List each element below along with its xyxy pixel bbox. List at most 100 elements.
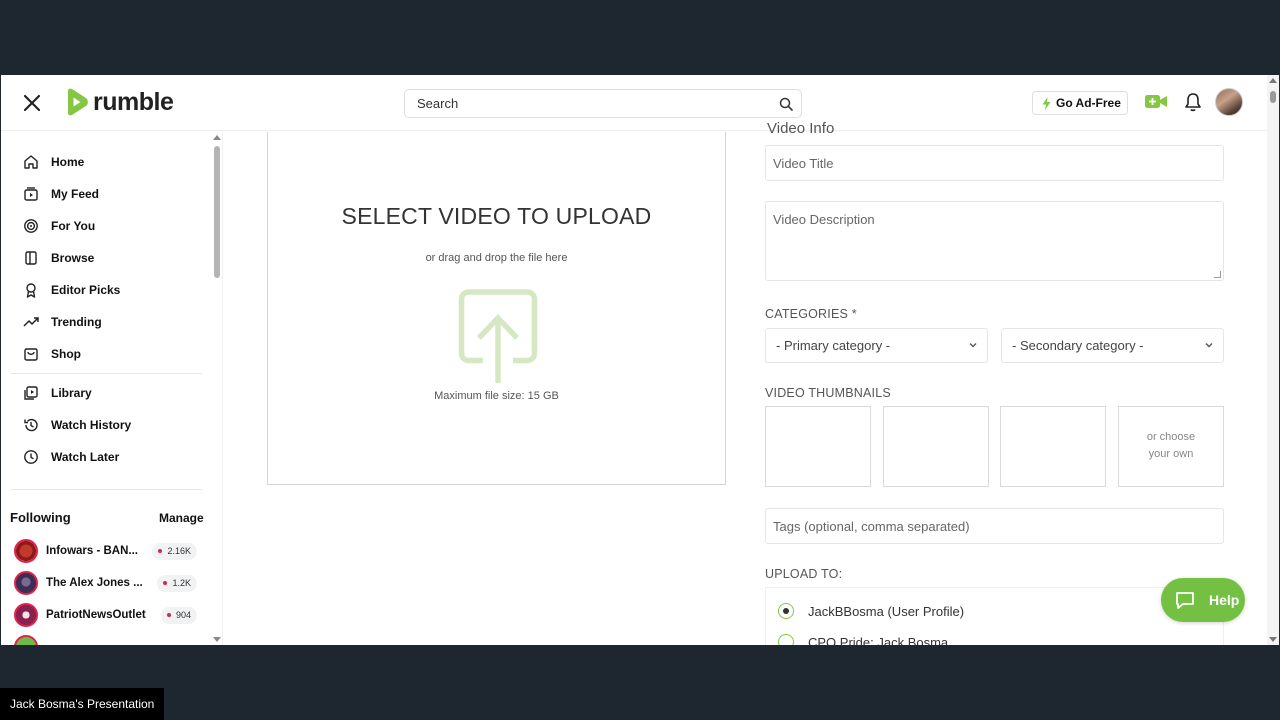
presenter-label: Jack Bosma's Presentation	[0, 688, 165, 720]
radio-unselected[interactable]	[778, 634, 794, 645]
channel-name: Infowars - BAN...	[46, 545, 139, 557]
scroll-up-arrow[interactable]	[213, 135, 221, 140]
thumbnails-label: VIDEO THUMBNAILS	[765, 386, 891, 400]
channel-name: PatriotNewsOutlet	[46, 609, 146, 621]
channel-avatar	[14, 635, 38, 645]
tags-input[interactable]: Tags (optional, comma separated)	[765, 508, 1224, 544]
radio-selected[interactable]	[778, 603, 794, 619]
viewer-count: 2.16K	[167, 546, 191, 556]
following-item-partial[interactable]	[14, 635, 197, 645]
clock-icon	[24, 450, 38, 464]
following-item-patriotnewsoutlet[interactable]: PatriotNewsOutlet 904	[14, 603, 197, 627]
live-count-badge: 904	[160, 606, 197, 624]
scroll-down-arrow[interactable]	[213, 637, 221, 642]
upload-subtitle: or drag and drop the file here	[425, 252, 568, 264]
sidebar: Home My Feed For You Browse Editor Picks…	[1, 132, 223, 645]
page-scrollbar[interactable]	[1267, 75, 1279, 645]
library-icon	[24, 386, 38, 400]
sidebar-item-trending[interactable]: Trending	[23, 312, 102, 332]
search-icon[interactable]	[779, 97, 793, 111]
chevron-down-icon	[969, 343, 977, 348]
sidebar-item-home[interactable]: Home	[23, 152, 84, 172]
sidebar-item-label: Watch Later	[51, 450, 120, 464]
live-count-badge: 2.16K	[152, 542, 197, 560]
rumble-logo[interactable]: rumble	[63, 88, 174, 116]
sidebar-divider	[11, 373, 202, 374]
scroll-down-arrow[interactable]	[1269, 637, 1277, 642]
upload-video-icon[interactable]	[1145, 94, 1167, 114]
sidebar-item-shop[interactable]: Shop	[23, 344, 81, 364]
sidebar-item-editor-picks[interactable]: Editor Picks	[23, 280, 120, 300]
chevron-down-icon	[1205, 343, 1213, 348]
resize-handle[interactable]	[1214, 271, 1221, 278]
upload-to-label: UPLOAD TO:	[765, 567, 843, 581]
sidebar-item-my-feed[interactable]: My Feed	[23, 184, 99, 204]
thumbnail-option[interactable]	[883, 406, 989, 487]
sidebar-item-for-you[interactable]: For You	[23, 216, 95, 236]
sidebar-scrollbar[interactable]	[212, 132, 222, 645]
following-item-infowars[interactable]: Infowars - BAN... 2.16K	[14, 539, 197, 563]
upload-target-label: JackBBosma (User Profile)	[808, 603, 965, 619]
thumbnail-option[interactable]	[1000, 406, 1106, 487]
sidebar-item-label: Editor Picks	[51, 283, 121, 297]
upload-title: SELECT VIDEO TO UPLOAD	[341, 203, 652, 229]
sidebar-item-label: Home	[51, 155, 85, 169]
upload-dropzone[interactable]: SELECT VIDEO TO UPLOAD or drag and drop …	[267, 132, 726, 485]
video-info-header: Video Info	[767, 120, 835, 137]
choose-own-thumbnail[interactable]: or choose your own	[1118, 406, 1224, 487]
primary-category-value: - Primary category -	[776, 338, 891, 353]
upload-arrow-icon	[458, 289, 538, 390]
target-icon	[24, 219, 38, 233]
thumbnail-option[interactable]	[765, 406, 871, 487]
tags-placeholder: Tags (optional, comma separated)	[773, 519, 970, 534]
upload-target-option[interactable]: CPO Pride: Jack Bosma	[778, 634, 948, 645]
upload-target-option[interactable]: JackBBosma (User Profile)	[778, 603, 964, 619]
sidebar-divider	[11, 489, 202, 490]
sidebar-item-label: My Feed	[51, 187, 100, 201]
channel-name: The Alex Jones ...	[46, 577, 143, 589]
sidebar-item-watch-history[interactable]: Watch History	[23, 415, 131, 435]
sidebar-item-label: For You	[51, 219, 96, 233]
trending-icon	[23, 317, 39, 327]
rumble-play-icon	[68, 88, 88, 116]
sidebar-item-watch-later[interactable]: Watch Later	[23, 447, 119, 467]
manage-link[interactable]: Manage	[159, 511, 204, 525]
scroll-up-arrow[interactable]	[1269, 78, 1277, 83]
help-label: Help	[1209, 592, 1240, 608]
upload-to-list: JackBBosma (User Profile) CPO Pride: Jac…	[765, 587, 1224, 645]
feed-icon	[24, 187, 38, 201]
secondary-category-value: - Secondary category -	[1012, 338, 1144, 353]
viewer-count: 904	[175, 610, 191, 620]
upload-target-label: CPO Pride: Jack Bosma	[808, 634, 949, 646]
sidebar-item-label: Library	[51, 386, 92, 400]
sidebar-item-label: Trending	[51, 315, 102, 329]
sidebar-item-browse[interactable]: Browse	[23, 248, 94, 268]
user-avatar[interactable]	[1215, 88, 1243, 116]
shop-icon	[24, 348, 38, 361]
channel-avatar	[14, 571, 38, 595]
bell-icon[interactable]	[1184, 92, 1202, 117]
page-scroll-thumb[interactable]	[1270, 91, 1276, 103]
home-icon	[24, 155, 38, 169]
help-button[interactable]: Help	[1161, 578, 1245, 622]
sidebar-scroll-thumb[interactable]	[214, 146, 220, 278]
video-description-placeholder: Video Description	[773, 212, 875, 227]
app-window: rumble Go Ad-Free Home My Feed For	[1, 75, 1279, 645]
secondary-category-select[interactable]: - Secondary category -	[1001, 328, 1224, 363]
max-file-size: Maximum file size: 15 GB	[434, 390, 559, 402]
sidebar-item-label: Browse	[51, 251, 95, 265]
go-ad-free-button[interactable]: Go Ad-Free	[1032, 91, 1128, 115]
close-icon[interactable]	[21, 92, 43, 114]
sidebar-item-library[interactable]: Library	[23, 383, 92, 403]
video-description-input[interactable]: Video Description	[765, 201, 1224, 281]
video-title-input[interactable]: Video Title	[765, 145, 1224, 181]
viewer-count: 1.2K	[172, 578, 191, 588]
following-item-alex-jones[interactable]: The Alex Jones ... 1.2K	[14, 571, 197, 595]
lightning-icon	[1042, 96, 1051, 110]
search-bar	[404, 89, 802, 118]
sidebar-item-label: Watch History	[51, 418, 132, 432]
search-input[interactable]	[405, 90, 755, 117]
primary-category-select[interactable]: - Primary category -	[765, 328, 988, 363]
channel-avatar	[14, 603, 38, 627]
go-ad-free-label: Go Ad-Free	[1056, 96, 1121, 110]
